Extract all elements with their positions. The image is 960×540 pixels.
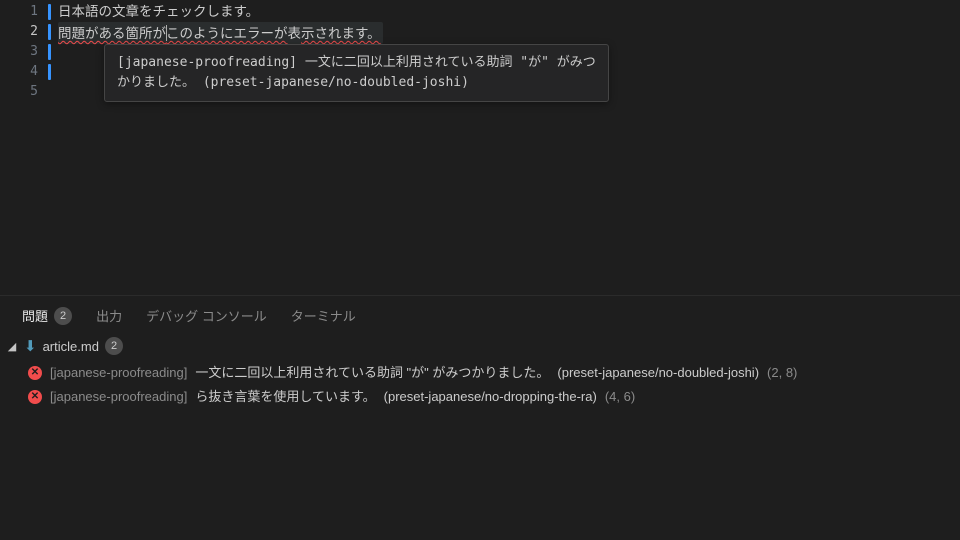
diagnostic-hover-tooltip: [japanese-proofreading] 一文に二回以上利用されている助詞… — [104, 44, 609, 102]
tab-terminal[interactable]: ターミナル — [291, 306, 356, 325]
error-squiggle[interactable]: 問題がある箇所が — [58, 26, 166, 42]
problem-source: [japanese-proofreading] — [50, 364, 187, 382]
problem-message: ら抜き言葉を使用しています。 — [195, 388, 375, 406]
code-content[interactable]: 日本語の文章をチェックします。 問題がある箇所がこのようにエラーが表示されます。… — [44, 0, 960, 295]
file-name: article.md — [43, 339, 99, 354]
tab-output[interactable]: 出力 — [96, 306, 122, 325]
line-number: 4 — [0, 62, 44, 82]
editor-area: 1 2 3 4 5 日本語の文章をチェックします。 問題がある箇所がこのようにエ… — [0, 0, 960, 295]
problems-file-row[interactable]: ◢ ⬇ article.md 2 — [0, 331, 960, 359]
code-line[interactable]: 日本語の文章をチェックします。 — [58, 2, 960, 22]
chevron-down-icon[interactable]: ◢ — [6, 340, 18, 353]
error-squiggle[interactable]: 示されます。 — [301, 26, 381, 42]
problem-location: (4, 6) — [605, 388, 635, 406]
error-icon: ✕ — [28, 366, 42, 380]
code-line[interactable]: 問題がある箇所がこのようにエラーが表示されます。 — [58, 22, 960, 42]
problem-rule: (preset-japanese/no-doubled-joshi) — [557, 364, 759, 382]
line-number: 2 — [0, 22, 44, 42]
problems-count-badge: 2 — [54, 307, 72, 325]
error-icon: ✕ — [28, 390, 42, 404]
problem-rule: (preset-japanese/no-dropping-the-ra) — [384, 388, 597, 406]
file-problem-count-badge: 2 — [105, 337, 123, 355]
line-number: 3 — [0, 42, 44, 62]
text-cursor — [166, 25, 167, 41]
markdown-file-icon: ⬇ — [24, 339, 37, 354]
problems-list: ✕ [japanese-proofreading] 一文に二回以上利用されている… — [0, 359, 960, 409]
bottom-panel: 問題 2 出力 デバッグ コンソール ターミナル ◢ ⬇ article.md … — [0, 295, 960, 540]
problem-message: 一文に二回以上利用されている助詞 "が" がみつかりました。 — [195, 364, 549, 382]
line-number-gutter: 1 2 3 4 5 — [0, 0, 44, 295]
tab-debug-console[interactable]: デバッグ コンソール — [146, 306, 267, 325]
problem-source: [japanese-proofreading] — [50, 388, 187, 406]
line-number: 1 — [0, 2, 44, 22]
tab-problems[interactable]: 問題 2 — [22, 306, 72, 325]
panel-tabs: 問題 2 出力 デバッグ コンソール ターミナル — [0, 296, 960, 331]
problem-item[interactable]: ✕ [japanese-proofreading] 一文に二回以上利用されている… — [28, 361, 960, 385]
error-squiggle[interactable]: このようにエラーが — [166, 26, 288, 42]
problem-item[interactable]: ✕ [japanese-proofreading] ら抜き言葉を使用しています。… — [28, 385, 960, 409]
problem-location: (2, 8) — [767, 364, 797, 382]
line-number: 5 — [0, 82, 44, 102]
